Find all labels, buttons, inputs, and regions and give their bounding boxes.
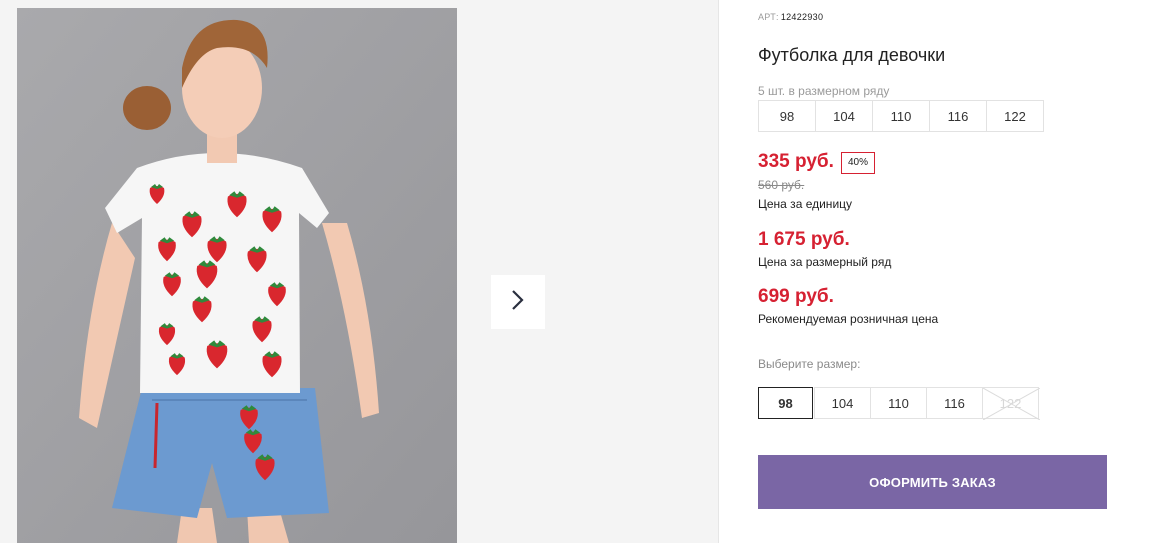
discount-badge: 40% bbox=[841, 152, 876, 174]
article-value: 12422930 bbox=[780, 12, 824, 22]
size-option-98[interactable]: 98 bbox=[758, 387, 813, 419]
chevron-right-icon bbox=[511, 289, 525, 316]
divider bbox=[718, 0, 719, 543]
size-option-116[interactable]: 116 bbox=[926, 387, 983, 419]
row-price-label: Цена за размерный ряд bbox=[758, 255, 892, 269]
choose-size-label: Выберите размер: bbox=[758, 357, 861, 371]
size-option-110[interactable]: 110 bbox=[870, 387, 927, 419]
retail-price: 699 руб. bbox=[758, 286, 834, 307]
size-selector: 98 104 110 116 122 bbox=[758, 387, 1040, 420]
size-row-item: 110 bbox=[872, 100, 930, 132]
size-row-item: 122 bbox=[986, 100, 1044, 132]
size-row-item: 98 bbox=[758, 100, 816, 132]
article-label: АРТ: bbox=[758, 12, 779, 22]
unit-price: 335 руб. bbox=[758, 151, 834, 172]
gallery-next-button[interactable] bbox=[491, 275, 545, 329]
size-option-104[interactable]: 104 bbox=[814, 387, 871, 419]
place-order-button[interactable]: ОФОРМИТЬ ЗАКАЗ bbox=[758, 455, 1107, 509]
product-title: Футболка для девочки bbox=[758, 45, 946, 65]
retail-price-label: Рекомендуемая розничная цена bbox=[758, 312, 939, 326]
size-option-label: 122 bbox=[999, 395, 1022, 411]
size-option-122: 122 bbox=[982, 387, 1040, 420]
size-row-item: 104 bbox=[815, 100, 873, 132]
unit-price-label: Цена за единицу bbox=[758, 197, 853, 211]
size-row-count: 5 шт. в размерном ряду bbox=[758, 84, 890, 98]
size-row-list: 98 104 110 116 122 bbox=[758, 100, 1044, 132]
old-price: 560 руб. bbox=[758, 178, 805, 192]
product-photo[interactable] bbox=[17, 8, 457, 543]
size-row-item: 116 bbox=[929, 100, 987, 132]
row-price: 1 675 руб. bbox=[758, 229, 850, 250]
article-number: АРТ: 12422930 bbox=[758, 12, 823, 22]
